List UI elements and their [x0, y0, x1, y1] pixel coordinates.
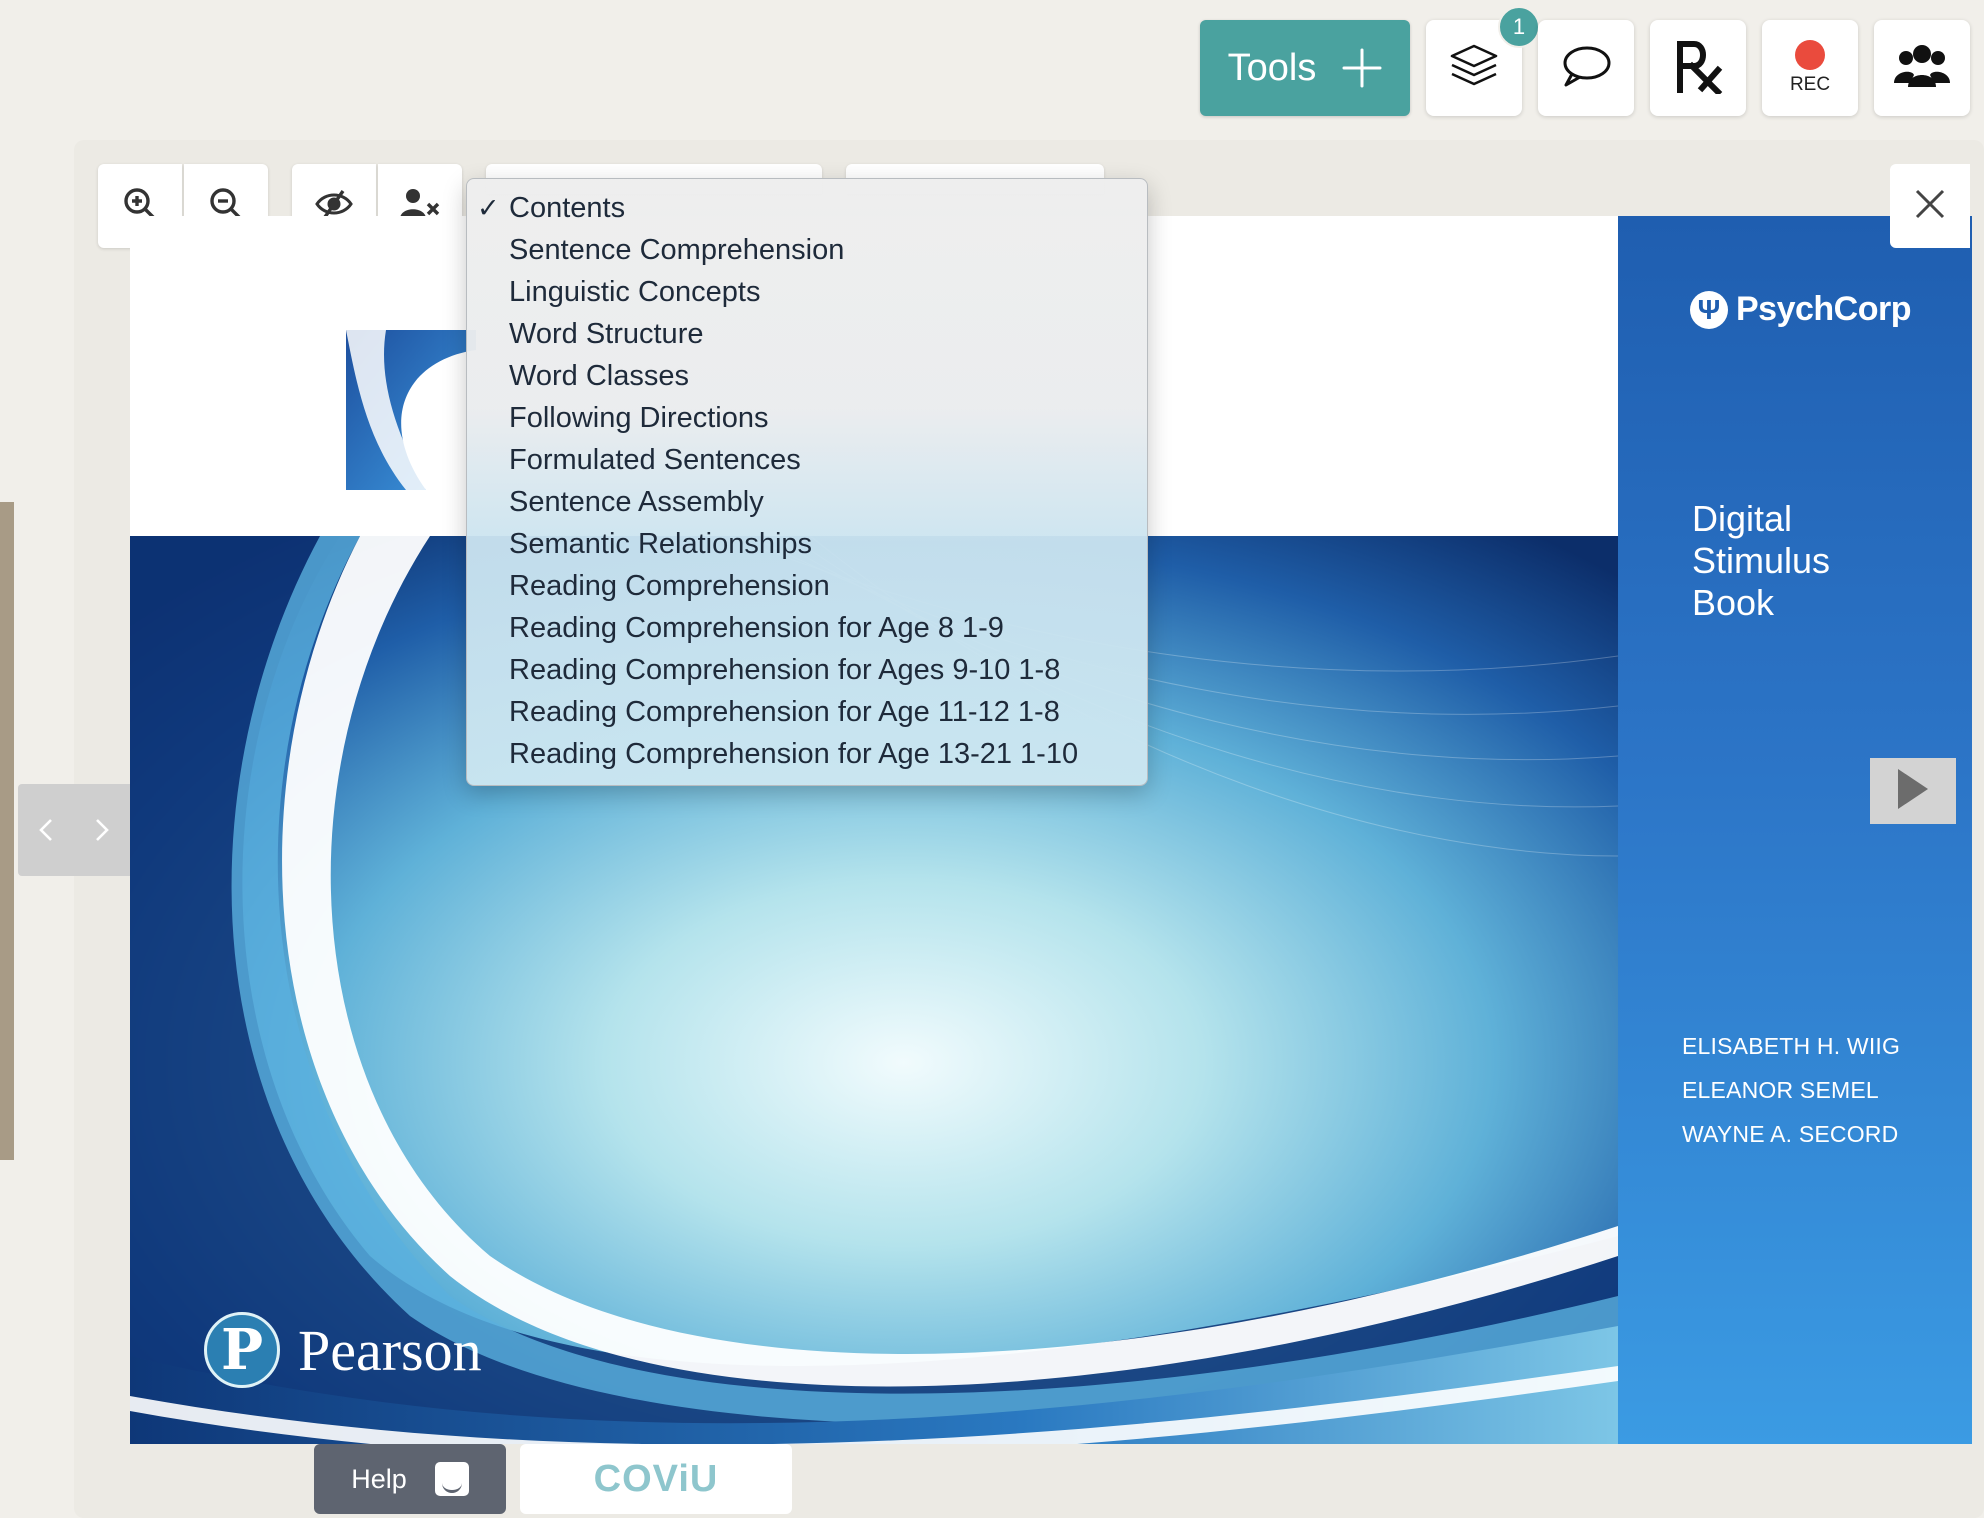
- author-name: WAYNE A. SECORD: [1682, 1121, 1899, 1147]
- chat-icon: [1560, 43, 1612, 94]
- dropdown-item[interactable]: Sentence Assembly: [467, 481, 1147, 523]
- dropdown-item-label: Word Structure: [509, 318, 704, 350]
- psychcorp-mark-icon: Ψ: [1690, 290, 1728, 329]
- side-panel-edge: [0, 502, 14, 1160]
- cover-corner-art: [346, 330, 476, 490]
- next-chevron-button[interactable]: [94, 817, 110, 843]
- tools-button[interactable]: Tools: [1200, 20, 1410, 116]
- dropdown-item-label: Word Classes: [509, 360, 689, 392]
- dropdown-item-label: Contents: [509, 192, 626, 224]
- dropdown-item-label: Reading Comprehension for Ages 9-10 1-8: [509, 654, 1061, 686]
- author-name: ELEANOR SEMEL: [1682, 1077, 1879, 1103]
- record-label: REC: [1789, 74, 1831, 95]
- prescription-icon: [1672, 38, 1724, 99]
- dropdown-item[interactable]: Word Structure: [467, 313, 1147, 355]
- psychcorp-logo-text: PsychCorp: [1736, 290, 1912, 328]
- book-authors: ELISABETH H. WIIG ELEANOR SEMEL WAYNE A.…: [1682, 1024, 1900, 1156]
- coviu-logo-text: COViU: [593, 1457, 719, 1500]
- pearson-mark-icon: P: [204, 1312, 280, 1388]
- dropdown-item-label: Following Directions: [509, 402, 769, 434]
- dropdown-item-label: Reading Comprehension for Age 11-12 1-8: [509, 696, 1060, 728]
- book-title: Digital Stimulus Book: [1692, 498, 1932, 624]
- layers-button[interactable]: 1: [1426, 6, 1540, 116]
- dropdown-item[interactable]: Reading Comprehension for Ages 9-10 1-8: [467, 649, 1147, 691]
- participants-button[interactable]: [1874, 20, 1970, 116]
- participants-icon: [1894, 43, 1950, 94]
- book-title-line: Stimulus: [1692, 540, 1831, 581]
- help-label: Help: [351, 1463, 407, 1494]
- dropdown-item[interactable]: Sentence Comprehension: [467, 229, 1147, 271]
- tools-label: Tools: [1227, 46, 1317, 89]
- author-name: ELISABETH H. WIIG: [1682, 1033, 1901, 1059]
- record-icon: [1795, 40, 1825, 70]
- dropdown-item-label: Reading Comprehension for Age 8 1-9: [509, 612, 1004, 644]
- pearson-logo-text: Pearson: [298, 1317, 482, 1383]
- close-icon: [1914, 188, 1946, 225]
- record-button[interactable]: REC: [1762, 20, 1858, 116]
- psychcorp-logo: Ψ PsychCorp: [1690, 290, 1912, 329]
- dropdown-item[interactable]: Semantic Relationships: [467, 523, 1147, 565]
- dropdown-item[interactable]: Formulated Sentences: [467, 439, 1147, 481]
- dropdown-item-label: Formulated Sentences: [509, 444, 801, 476]
- dropdown-item-label: Reading Comprehension for Age 13-21 1-10: [509, 738, 1079, 770]
- checkmark-icon: ✓: [477, 193, 500, 223]
- prescription-button[interactable]: [1650, 20, 1746, 116]
- chat-support-icon: [434, 1462, 469, 1496]
- dropdown-item[interactable]: Following Directions: [467, 397, 1147, 439]
- chevron-left-icon: [39, 819, 52, 841]
- book-title-line: Digital: [1692, 498, 1793, 539]
- plus-icon: [1342, 48, 1382, 88]
- dropdown-item[interactable]: Reading Comprehension for Age 11-12 1-8: [467, 691, 1147, 733]
- dropdown-item-label: Sentence Assembly: [509, 486, 764, 518]
- dropdown-item-label: Semantic Relationships: [509, 528, 813, 560]
- pearson-logo: P Pearson: [204, 1312, 482, 1388]
- chat-button[interactable]: [1538, 20, 1634, 116]
- page-nav-tab: [18, 784, 130, 876]
- dropdown-item-label: Sentence Comprehension: [509, 234, 845, 266]
- dropdown-item-label: Reading Comprehension: [509, 570, 830, 602]
- contents-dropdown-menu: ✓ Contents Sentence Comprehension Linguisti…: [466, 178, 1148, 786]
- play-icon: [1896, 767, 1930, 816]
- dropdown-item-label: Linguistic Concepts: [509, 276, 761, 308]
- layers-count-badge: 1: [1498, 6, 1540, 48]
- dropdown-item[interactable]: Reading Comprehension for Age 8 1-9: [467, 607, 1147, 649]
- dropdown-item[interactable]: Word Classes: [467, 355, 1147, 397]
- chevron-right-icon: [96, 819, 109, 841]
- layers-icon: [1449, 43, 1499, 94]
- dropdown-item[interactable]: ✓ Contents: [467, 187, 1147, 229]
- book-title-line: Book: [1692, 582, 1775, 623]
- book-cover-strip: Ψ PsychCorp Digital Stimulus Book ELISAB…: [1618, 216, 1972, 1444]
- dropdown-item[interactable]: Reading Comprehension for Age 13-21 1-10: [467, 733, 1147, 775]
- prev-page-button[interactable]: [38, 817, 54, 843]
- dropdown-item[interactable]: Linguistic Concepts: [467, 271, 1147, 313]
- dropdown-item[interactable]: Reading Comprehension: [467, 565, 1147, 607]
- next-page-button[interactable]: [1870, 758, 1956, 824]
- coviu-logo-button[interactable]: COViU: [520, 1444, 792, 1514]
- close-viewer-button[interactable]: [1890, 164, 1970, 248]
- help-button[interactable]: Help: [314, 1444, 506, 1514]
